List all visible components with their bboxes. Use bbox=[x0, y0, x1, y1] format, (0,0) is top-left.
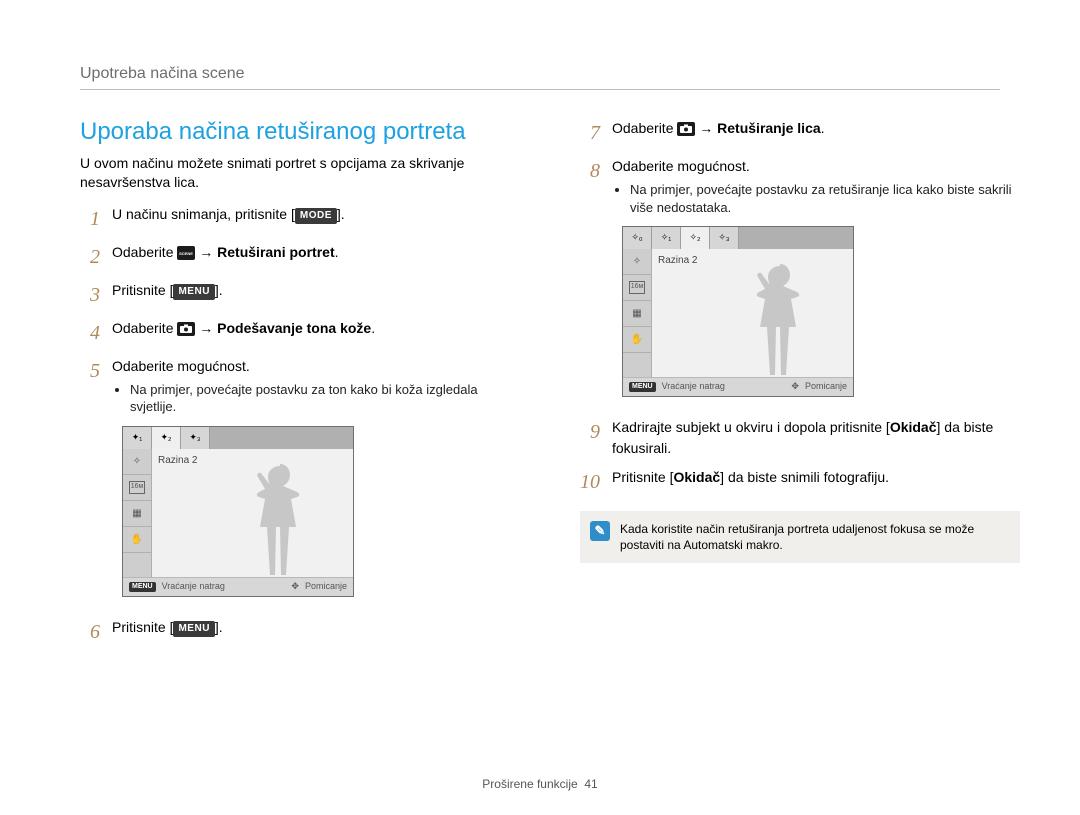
main-columns: Uporaba načina retuširanog portreta U ov… bbox=[80, 118, 1020, 655]
step-note: Na primjer, povećajte postavku za retuši… bbox=[630, 181, 1020, 216]
step-text-bold: Retuširanje lica bbox=[717, 120, 821, 136]
step-text: Pritisnite [ bbox=[112, 282, 173, 298]
camera-screenshot-face-retouch: ✧₀ ✧₁ ✧₂ ✧₃ ✧ 16м ▦ ✋ bbox=[622, 226, 854, 397]
scene-mode-icon: SCENE bbox=[177, 246, 195, 260]
step-text: Odaberite bbox=[112, 244, 177, 260]
step-number: 2 bbox=[80, 242, 100, 272]
step-10: 10 Pritisnite [Okidač] da biste snimili … bbox=[580, 467, 1020, 497]
step-9: 9 Kadrirajte subjekt u okviru i dopola p… bbox=[580, 417, 1020, 459]
step-text: Pritisnite [ bbox=[112, 619, 173, 635]
step-4: 4 Odaberite → Podešavanje tona kože. bbox=[80, 318, 520, 348]
ss-side-icon: ✋ bbox=[123, 527, 151, 553]
menu-button-icon: MENU bbox=[173, 284, 214, 300]
note-text: Kada koristite način retuširanja portret… bbox=[620, 521, 1010, 553]
step-5: 5 Odaberite mogućnost. Na primjer, poveć… bbox=[80, 356, 520, 609]
step-number: 10 bbox=[580, 467, 600, 497]
ss-menu-key-icon: MENU bbox=[629, 382, 656, 393]
ss-tab-icon: ✦₂ bbox=[152, 427, 181, 449]
step-text: ]. bbox=[215, 282, 223, 298]
ss-tab-icon: ✦₁ bbox=[123, 427, 152, 449]
info-icon: ✎ bbox=[590, 521, 610, 541]
column-right: 7 Odaberite → Retuširanje lica. 8 Odaber… bbox=[580, 118, 1020, 655]
step-text: . bbox=[821, 120, 825, 136]
step-7: 7 Odaberite → Retuširanje lica. bbox=[580, 118, 1020, 148]
ss-side-icon: ▦ bbox=[623, 301, 651, 327]
step-text-bold: Retuširani portret bbox=[217, 244, 334, 260]
ss-side-icon: ✧ bbox=[623, 249, 651, 275]
steps-list-left: 1 U načinu snimanja, pritisnite [MODE]. … bbox=[80, 204, 520, 647]
person-silhouette-icon bbox=[745, 259, 815, 377]
step-number: 9 bbox=[580, 417, 600, 459]
step-number: 3 bbox=[80, 280, 100, 310]
step-text: ]. bbox=[215, 619, 223, 635]
step-text: . bbox=[371, 320, 375, 336]
step-number: 1 bbox=[80, 204, 100, 234]
step-text: ] da biste snimili fotografiju. bbox=[720, 469, 889, 485]
camera-icon bbox=[177, 322, 195, 336]
step-text-bold: Okidač bbox=[673, 469, 720, 485]
footer-page-number: 41 bbox=[584, 777, 597, 791]
ss-move-label: Pomicanje bbox=[805, 380, 847, 394]
step-number: 7 bbox=[580, 118, 600, 148]
mode-button-icon: MODE bbox=[295, 208, 337, 224]
step-text-bold: Okidač bbox=[890, 419, 937, 435]
step-text: Kadrirajte subjekt u okviru i dopola pri… bbox=[612, 419, 890, 435]
steps-list-right: 7 Odaberite → Retuširanje lica. 8 Odaber… bbox=[580, 118, 1020, 497]
ss-nav-icon: ✥ bbox=[291, 580, 299, 594]
ss-tab-icon: ✧₃ bbox=[710, 227, 739, 249]
step-text: → bbox=[195, 244, 217, 260]
ss-tab-icon: ✧₂ bbox=[681, 227, 710, 249]
manual-page: Upotreba načina scene Uporaba načina ret… bbox=[0, 0, 1080, 815]
step-number: 6 bbox=[80, 617, 100, 647]
ss-side-icon: 16м bbox=[623, 275, 651, 301]
step-text: Pritisnite [ bbox=[612, 469, 673, 485]
ss-tab-icon: ✦₃ bbox=[181, 427, 210, 449]
step-text: Odaberite mogućnost. bbox=[112, 358, 250, 374]
ss-side-icon: ✋ bbox=[623, 327, 651, 353]
ss-move-label: Pomicanje bbox=[305, 580, 347, 594]
column-left: Uporaba načina retuširanog portreta U ov… bbox=[80, 118, 520, 655]
ss-back-label: Vraćanje natrag bbox=[662, 380, 725, 394]
ss-side-icon: 16м bbox=[123, 475, 151, 501]
step-text: U načinu snimanja, pritisnite [ bbox=[112, 206, 295, 222]
step-text: Odaberite bbox=[112, 320, 177, 336]
step-2: 2 Odaberite SCENE → Retuširani portret. bbox=[80, 242, 520, 272]
step-number: 8 bbox=[580, 156, 600, 409]
footer-section: Proširene funkcije bbox=[482, 777, 577, 791]
step-8: 8 Odaberite mogućnost. Na primjer, poveć… bbox=[580, 156, 1020, 409]
step-text: Odaberite mogućnost. bbox=[612, 158, 750, 174]
ss-tab-icon: ✧₀ bbox=[623, 227, 652, 249]
section-title: Uporaba načina retuširanog portreta bbox=[80, 118, 520, 146]
step-text-bold: Podešavanje tona kože bbox=[217, 320, 371, 336]
ss-tab-icon: ✧₁ bbox=[652, 227, 681, 249]
ss-side-icon: ✧ bbox=[123, 449, 151, 475]
step-1: 1 U načinu snimanja, pritisnite [MODE]. bbox=[80, 204, 520, 234]
ss-side-icon: ▦ bbox=[123, 501, 151, 527]
step-text: → bbox=[695, 120, 717, 136]
section-intro: U ovom načinu možete snimati portret s o… bbox=[80, 154, 520, 192]
page-footer: Proširene funkcije 41 bbox=[0, 777, 1080, 791]
step-text: . bbox=[335, 244, 339, 260]
camera-screenshot-skin-tone: ✦₁ ✦₂ ✦₃ ✧ 16м ▦ ✋ bbox=[122, 426, 354, 597]
ss-menu-key-icon: MENU bbox=[129, 582, 156, 593]
camera-icon bbox=[677, 122, 695, 136]
step-text: ]. bbox=[337, 206, 345, 222]
svg-text:SCENE: SCENE bbox=[179, 251, 193, 256]
step-3: 3 Pritisnite [MENU]. bbox=[80, 280, 520, 310]
ss-nav-icon: ✥ bbox=[791, 380, 799, 394]
step-text: Odaberite bbox=[612, 120, 677, 136]
person-silhouette-icon bbox=[245, 459, 315, 577]
ss-back-label: Vraćanje natrag bbox=[162, 580, 225, 594]
step-note: Na primjer, povećajte postavku za ton ka… bbox=[130, 381, 520, 416]
info-note: ✎ Kada koristite način retuširanja portr… bbox=[580, 511, 1020, 563]
breadcrumb: Upotreba načina scene bbox=[80, 65, 1000, 90]
step-number: 5 bbox=[80, 356, 100, 609]
step-6: 6 Pritisnite [MENU]. bbox=[80, 617, 520, 647]
step-text: → bbox=[195, 320, 217, 336]
step-number: 4 bbox=[80, 318, 100, 348]
menu-button-icon: MENU bbox=[173, 621, 214, 637]
